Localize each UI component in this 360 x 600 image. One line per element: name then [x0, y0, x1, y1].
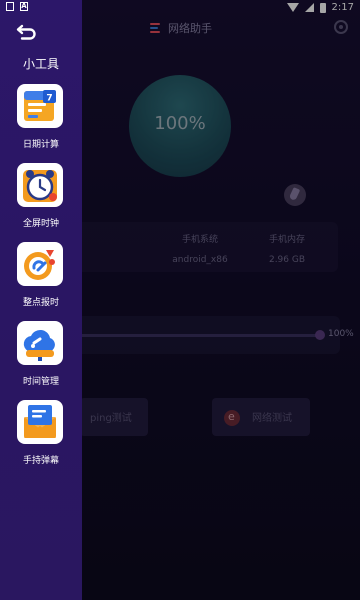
- drawer-status-bar: A: [0, 0, 82, 16]
- tool-label: 手持弹幕: [22, 456, 59, 466]
- envelope-icon: [17, 400, 63, 444]
- drawer-title: 小工具: [22, 57, 59, 71]
- tool-label: 日期计算: [22, 140, 59, 150]
- tool-fullscreen-clock[interactable]: 全屏时钟: [0, 163, 82, 235]
- tool-label: 时间管理: [22, 377, 59, 387]
- tool-time-management[interactable]: 时间管理: [0, 321, 82, 393]
- tool-date-calc[interactable]: 7 日期计算: [0, 84, 82, 156]
- notification-square-icon: [6, 2, 14, 11]
- bell-icon: [17, 242, 63, 286]
- notification-a-icon: A: [20, 2, 28, 11]
- tool-label: 整点报时: [22, 298, 59, 308]
- tool-label: 全屏时钟: [22, 219, 59, 229]
- tool-hourly-chime[interactable]: 整点报时: [0, 242, 82, 314]
- tool-handheld-barrage[interactable]: 手持弹幕: [0, 400, 82, 472]
- calendar-icon: 7: [17, 84, 63, 128]
- alarm-clock-icon: [17, 163, 63, 207]
- svg-text:7: 7: [46, 94, 52, 104]
- back-arrow-icon[interactable]: [16, 22, 38, 42]
- tools-drawer: A 小工具 7 日期计算 全屏时钟 整点报时 时间管理 手持弹幕: [0, 0, 82, 600]
- cloud-icon: [17, 321, 63, 365]
